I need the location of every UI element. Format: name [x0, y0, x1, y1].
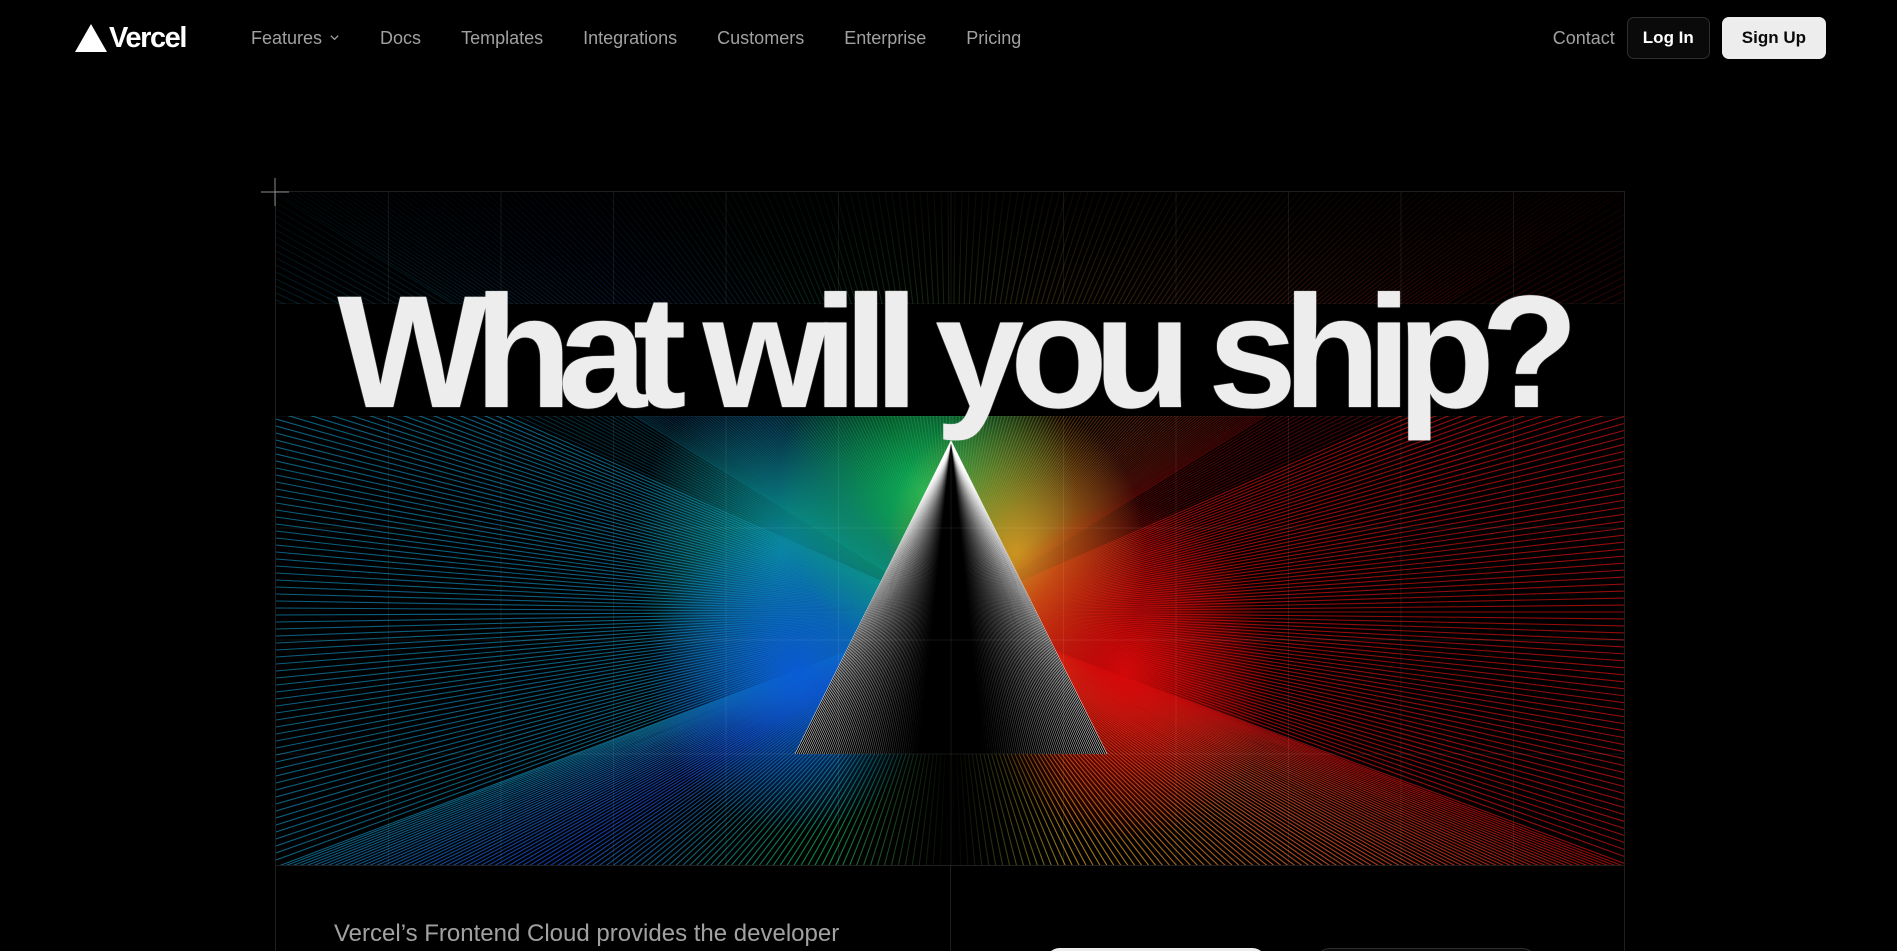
top-navigation: Vercel Features Docs Templates Integrati… [0, 0, 1897, 76]
contact-link[interactable]: Contact [1553, 28, 1615, 49]
vercel-logo[interactable]: Vercel [75, 21, 187, 54]
nav-item-enterprise[interactable]: Enterprise [844, 27, 926, 49]
intro-section: Vercel’s Frontend Cloud provides the dev… [275, 866, 1625, 951]
nav-item-pricing[interactable]: Pricing [966, 27, 1021, 49]
hero-section: What will you ship? [275, 191, 1625, 866]
nav-item-templates[interactable]: Templates [461, 27, 543, 49]
login-button[interactable]: Log In [1626, 17, 1710, 59]
nav-item-features[interactable]: Features [251, 27, 340, 49]
hero-headline: What will you ship? [337, 262, 1578, 441]
nav-item-integrations[interactable]: Integrations [583, 27, 677, 49]
signup-button[interactable]: Sign Up [1721, 17, 1826, 59]
corner-plus-icon [261, 178, 289, 206]
nav-item-docs[interactable]: Docs [380, 27, 421, 49]
main-menu: Features Docs Templates Integrations Cus… [251, 27, 1021, 49]
brand-name: Vercel [109, 21, 187, 54]
chevron-down-icon [330, 34, 339, 40]
nav-item-customers[interactable]: Customers [717, 27, 804, 49]
vercel-triangle-icon [75, 24, 107, 52]
section-divider [950, 866, 951, 951]
nav-actions: Contact Log In Sign Up [1553, 17, 1826, 59]
intro-tagline: Vercel’s Frontend Cloud provides the dev… [334, 920, 840, 947]
nav-item-label: Features [251, 28, 323, 48]
